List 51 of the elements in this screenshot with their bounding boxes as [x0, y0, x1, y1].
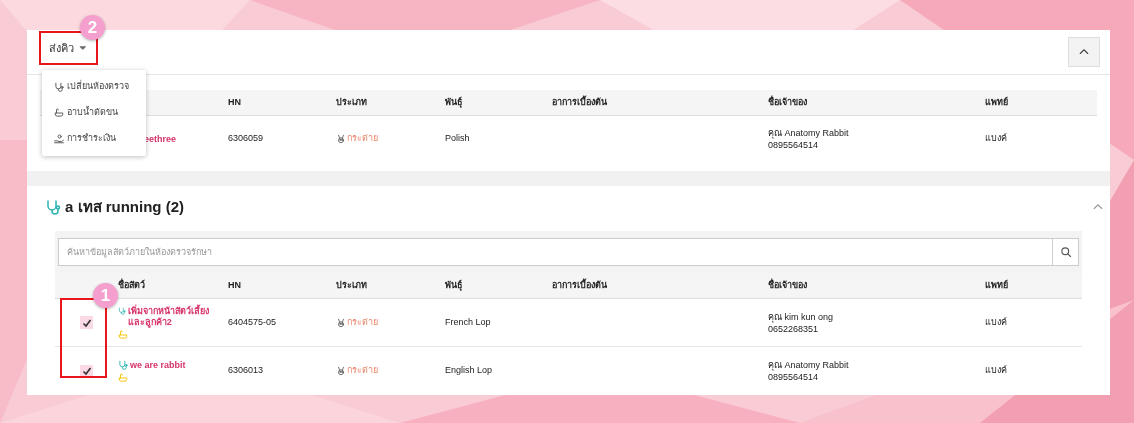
owner-name: คุณ Anatomy Rabbit — [768, 359, 850, 371]
table-cell: แบงค์ — [985, 365, 1007, 376]
pet-type: กระต่าย — [347, 132, 378, 146]
checkbox[interactable] — [80, 316, 93, 329]
table-cell: 6404575-05 — [228, 316, 277, 327]
stethoscope-icon — [54, 82, 64, 92]
column-header: ชื่อสัตว์ — [118, 279, 145, 290]
table-cell: แบงค์ — [985, 133, 1007, 144]
table-cell: แบงค์ — [985, 316, 1007, 327]
rabbit-icon — [336, 366, 346, 376]
menu-item[interactable]: อาบน้ำตัดขน — [42, 100, 146, 126]
column-header: ประเภท — [336, 279, 367, 290]
search-button[interactable] — [1053, 238, 1079, 266]
rabbit-icon — [336, 134, 346, 144]
column-header: ประเภท — [336, 96, 367, 107]
stethoscope-icon — [45, 199, 61, 215]
owner-name: คุณ kim kun ong — [768, 310, 835, 323]
rabbit-icon — [336, 317, 346, 328]
room-title: a เทส running (2) — [65, 196, 184, 217]
owner-phone: 0895564514 — [768, 371, 820, 383]
column-header: พันธุ์ — [445, 96, 462, 107]
bathtub-icon — [54, 108, 64, 118]
table-cell: 6306013 — [228, 365, 264, 376]
column-header: HN — [228, 279, 241, 290]
pet-type: กระต่าย — [347, 364, 378, 378]
column-header: พันธุ์ — [445, 279, 462, 290]
column-header: อาการเบื้องต้น — [552, 96, 607, 107]
bathtub-icon — [118, 329, 128, 340]
column-header: HN — [228, 96, 241, 107]
owner-name: คุณ Anatomy Rabbit — [768, 127, 850, 139]
column-header: แพทย์ — [985, 96, 1008, 107]
stethoscope-icon — [118, 305, 126, 316]
column-header: ชื่อเจ้าของ — [768, 96, 807, 107]
search-field[interactable]: ค้นหาข้อมูลสัตว์ภายในห้องตรวจรักษา — [58, 238, 1053, 266]
column-header: ชื่อเจ้าของ — [768, 279, 807, 290]
pet-type: กระต่าย — [347, 315, 378, 329]
menu-item[interactable]: การชำระเงิน — [42, 126, 146, 152]
owner-phone: 0895564514 — [768, 139, 820, 151]
stethoscope-icon — [118, 359, 128, 370]
owner-phone: 0652268351 — [768, 323, 820, 335]
caret-icon — [78, 43, 88, 53]
table-cell: English Lop — [445, 365, 493, 376]
search-icon — [1059, 246, 1072, 258]
bathtub-icon — [118, 372, 128, 383]
column-header: แพทย์ — [985, 279, 1008, 290]
column-header: อาการเบื้องต้น — [552, 279, 607, 290]
menu-item[interactable]: เปลี่ยนห้องตรวจ — [42, 74, 146, 100]
table-cell: French Lop — [445, 316, 491, 327]
table-cell: 6306059 — [228, 133, 264, 144]
hand-coin-icon — [54, 134, 64, 144]
table-cell: Polish — [445, 133, 470, 144]
